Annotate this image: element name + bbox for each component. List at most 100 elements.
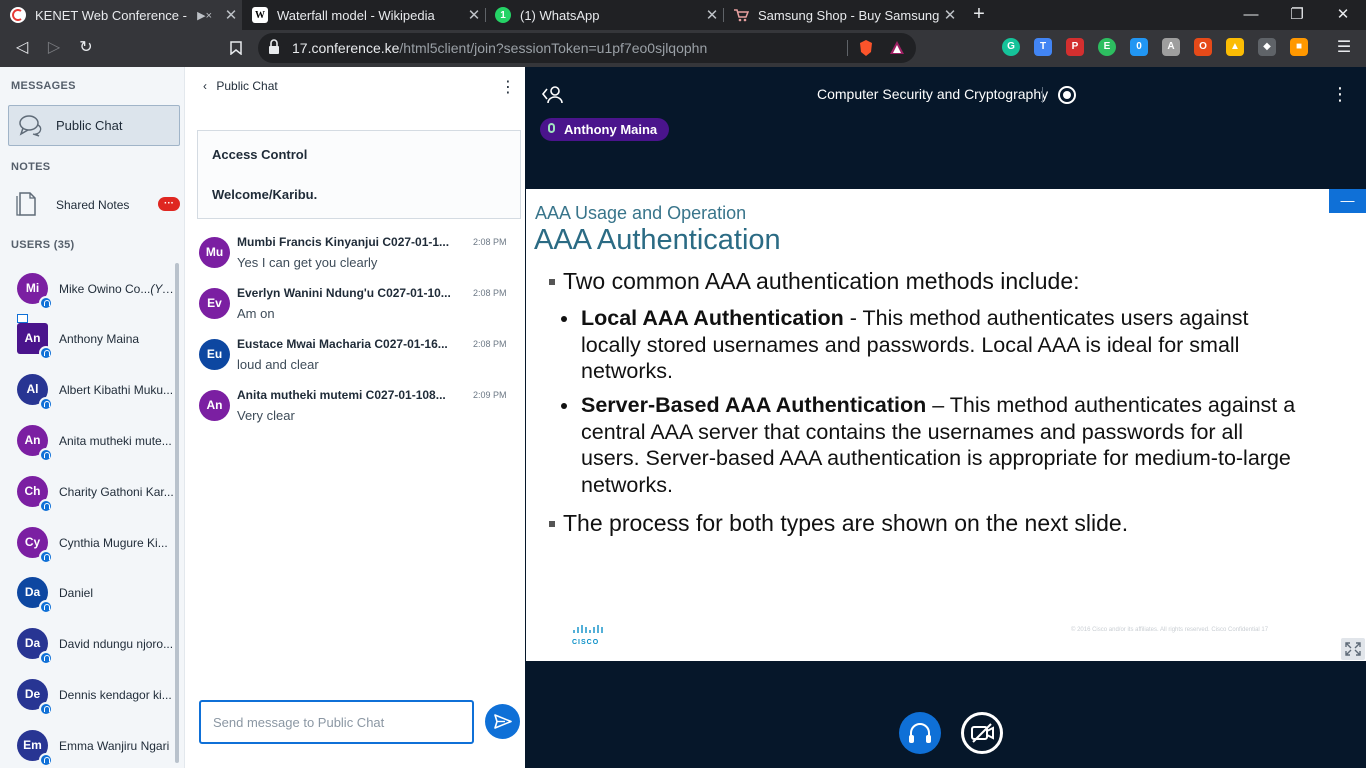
user-list-item[interactable]: An Anita mutheki mute... <box>0 422 176 472</box>
you-label: (You) <box>150 282 175 296</box>
sidebar-item-label: Shared Notes <box>56 198 130 212</box>
badge-extension-icon[interactable]: 0 <box>1130 38 1148 56</box>
shield-extension-icon[interactable]: ◆ <box>1258 38 1276 56</box>
new-tab-button[interactable]: + <box>969 0 989 30</box>
user-name-text: Cynthia Mugure Ki... <box>59 536 168 550</box>
slide-subbullet-local: Local AAA Authentication - This method a… <box>581 305 1341 385</box>
user-name: Daniel <box>59 586 175 600</box>
user-name-text: Emma Wanjiru Ngari <box>59 739 170 753</box>
grammarly-extension-icon[interactable]: G <box>1002 38 1020 56</box>
user-name: Anita mutheki mute... <box>59 434 175 448</box>
sidebar-item-public-chat[interactable]: Public Chat <box>8 105 180 146</box>
tab-samsung[interactable]: Samsung Shop - Buy Samsung Ele ✕ <box>723 0 961 30</box>
puzzle-extension-icon[interactable]: ■ <box>1290 38 1308 56</box>
address-bar[interactable]: 17.conference.ke/html5client/join?sessio… <box>258 33 916 63</box>
user-list-toggle-icon[interactable] <box>541 85 565 105</box>
slide-text: – This method authenticates against a <box>926 393 1296 417</box>
close-tab-icon[interactable]: ✕ <box>701 6 723 24</box>
forward-button[interactable]: ▷ <box>40 34 68 62</box>
chat-message-input[interactable] <box>199 700 474 744</box>
microphone-icon <box>548 123 555 133</box>
whatsapp-favicon: 1 <box>495 7 511 23</box>
presentation-area: Computer Security and Cryptography ⋮ Ant… <box>525 67 1366 768</box>
message-author: Anita mutheki mutemi C027-01-108... <box>237 388 446 402</box>
send-message-button[interactable] <box>485 704 520 739</box>
listen-only-headset-icon <box>39 550 53 564</box>
cisco-wordmark: CISCO <box>572 639 600 646</box>
presenter-icon <box>17 314 28 323</box>
pdf-extension-icon[interactable]: P <box>1066 38 1084 56</box>
message-time: 2:08 PM <box>473 237 507 247</box>
user-name: David ndungu njoro... <box>59 637 175 651</box>
listen-only-headset-icon <box>39 499 53 513</box>
message-author: Eustace Mwai Macharia C027-01-16... <box>237 337 448 351</box>
office-extension-icon[interactable]: O <box>1194 38 1212 56</box>
speaker-muted-icon[interactable]: ▶× <box>197 9 212 22</box>
welcome-text: Welcome/Karibu. <box>212 187 318 202</box>
listen-only-headset-icon <box>39 600 53 614</box>
close-tab-icon[interactable]: ✕ <box>463 6 485 24</box>
google-drive-extension-icon[interactable]: ▲ <box>1226 38 1244 56</box>
slide-text: networks. <box>581 359 674 383</box>
talking-indicator: Anthony Maina <box>540 118 670 141</box>
tab-wikipedia[interactable]: W Waterfall model - Wikipedia ✕ <box>242 0 485 30</box>
close-window-button[interactable]: ✕ <box>1320 0 1366 30</box>
round-bullet-icon <box>561 403 567 409</box>
close-tab-icon[interactable]: ✕ <box>939 6 961 24</box>
bookmark-icon[interactable] <box>222 34 250 62</box>
slide-text: - This method authenticates users agains… <box>843 306 1249 330</box>
user-list-item[interactable]: Da Daniel <box>0 574 176 624</box>
slide-text: locally stored usernames and passwords. … <box>581 332 1240 357</box>
user-list-item[interactable]: An Anthony Maina <box>0 314 176 370</box>
chat-options-icon[interactable]: ⋮ <box>500 77 516 97</box>
tab-whatsapp[interactable]: 1 (1) WhatsApp ✕ <box>485 0 723 30</box>
chevron-left-icon[interactable]: ‹ <box>203 79 207 93</box>
user-name: Charity Gathoni Kar... <box>59 485 175 499</box>
slide-text: networks. <box>581 472 674 497</box>
video-button[interactable] <box>961 712 1003 754</box>
public-chat-panel: ‹ Public Chat ⋮ Access Control Welcome/K… <box>184 67 525 768</box>
fullscreen-button[interactable] <box>1341 638 1365 660</box>
user-list-item[interactable]: MiMike Owino Co...(You) <box>0 270 176 320</box>
tab-title: Samsung Shop - Buy Samsung Ele <box>758 7 939 23</box>
evernote-extension-icon[interactable]: E <box>1098 38 1116 56</box>
minimize-window-button[interactable]: — <box>1228 0 1274 30</box>
meeting-options-icon[interactable]: ⋮ <box>1331 84 1349 105</box>
minimize-presentation-button[interactable]: — <box>1329 189 1366 213</box>
message-text: Yes I can get you clearly <box>237 255 378 270</box>
user-list-item[interactable]: Al Albert Kibathi Muku... <box>0 371 176 421</box>
brave-shield-icon[interactable] <box>858 39 874 57</box>
readability-extension-icon[interactable]: A <box>1162 38 1180 56</box>
browser-menu-icon[interactable]: ☰ <box>1330 34 1358 62</box>
restore-window-button[interactable]: ❐ <box>1274 0 1320 30</box>
messages-section-title: MESSAGES <box>11 80 76 92</box>
message-time: 2:09 PM <box>473 390 507 400</box>
tab-kenet[interactable]: KENET Web Conference - Com ▶× ✕ <box>0 0 242 30</box>
close-tab-icon[interactable]: ✕ <box>220 6 242 24</box>
notes-section-title: NOTES <box>11 161 51 173</box>
back-button[interactable]: ◁ <box>8 34 36 62</box>
translate-extension-icon[interactable]: T <box>1034 38 1052 56</box>
user-list-item[interactable]: Da David ndungu njoro... <box>0 625 176 675</box>
wikipedia-favicon: W <box>252 7 268 23</box>
recording-indicator-icon[interactable] <box>1058 86 1076 104</box>
user-name: Cynthia Mugure Ki... <box>59 536 175 550</box>
user-name-text: David ndungu njoro... <box>59 637 174 651</box>
user-list-scrollbar[interactable] <box>175 263 179 763</box>
user-list-item[interactable]: Ch Charity Gathoni Kar... <box>0 473 176 523</box>
message-field[interactable] <box>201 702 472 742</box>
audio-button[interactable] <box>899 712 941 754</box>
user-list-item[interactable]: De Dennis kendagor ki... <box>0 676 176 726</box>
user-list-item[interactable]: Em Emma Wanjiru Ngari <box>0 727 176 768</box>
user-name-text: Charity Gathoni Kar... <box>59 485 174 499</box>
user-list-item[interactable]: Cy Cynthia Mugure Ki... <box>0 524 176 574</box>
chat-header[interactable]: ‹ Public Chat <box>203 79 278 93</box>
slide-subbullet-server: Server-Based AAA Authentication – This m… <box>581 392 1341 498</box>
listen-only-headset-icon <box>39 397 53 411</box>
square-bullet-icon <box>549 279 555 285</box>
browser-toolbar: ◁ ▷ ↻ 17.conference.ke/html5client/join?… <box>0 30 1366 67</box>
reload-button[interactable]: ↻ <box>72 34 100 62</box>
users-section-title: USERS (35) <box>11 239 75 251</box>
chat-message: Eu Eustace Mwai Macharia C027-01-16... 2:0… <box>199 335 519 385</box>
brave-rewards-icon[interactable] <box>889 40 905 55</box>
